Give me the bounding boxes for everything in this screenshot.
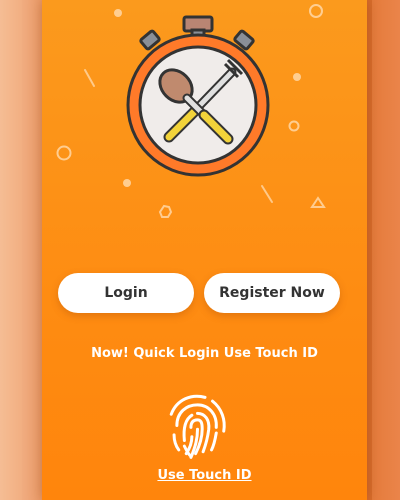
login-button[interactable]: Login [58,273,194,313]
app-screen: Login Register Now Now! Quick Login Use … [0,0,400,500]
use-touch-id-link[interactable]: Use Touch ID [42,468,367,483]
stopwatch-utensils-icon [56,4,326,218]
quick-login-text: Now! Quick Login Use Touch ID [91,346,318,361]
login-card: Login Register Now Now! Quick Login Use … [42,0,367,500]
fingerprint-icon[interactable] [160,388,235,463]
background-card-left-edge [22,0,44,500]
register-now-button[interactable]: Register Now [204,273,340,313]
